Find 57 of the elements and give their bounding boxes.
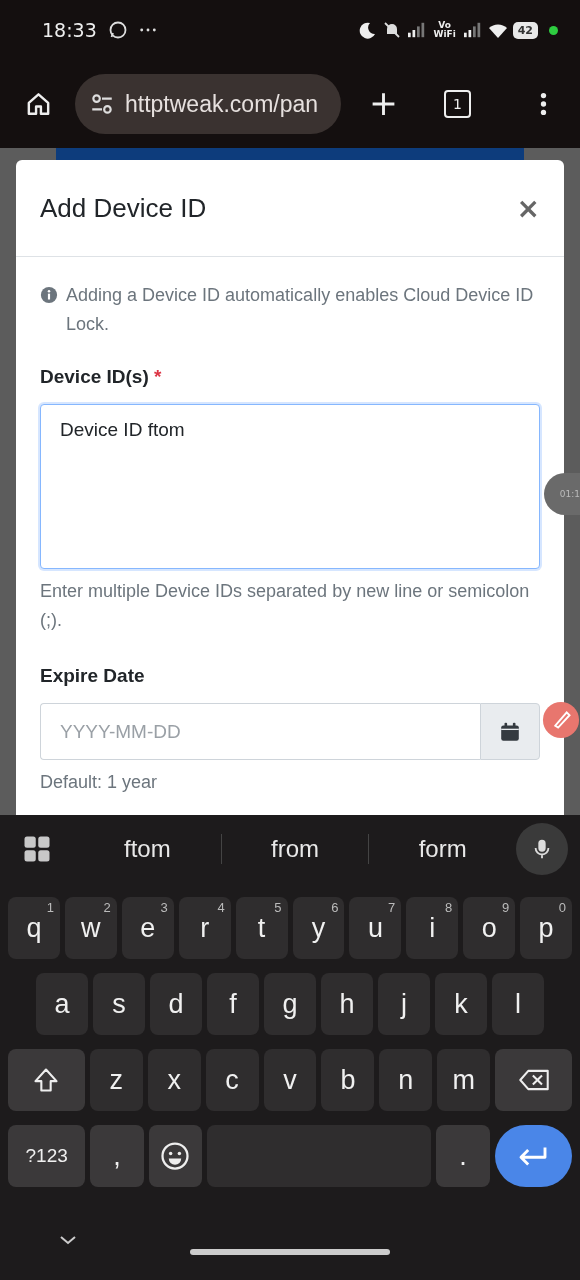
field-label: Device ID(s) [40, 366, 149, 387]
keyboard-key[interactable]: n [379, 1049, 433, 1111]
muted-bell-icon [381, 20, 402, 40]
hide-keyboard-icon[interactable] [58, 1234, 78, 1246]
close-button[interactable]: × [516, 191, 540, 225]
keyboard-key[interactable]: h [321, 973, 373, 1035]
keyboard-key[interactable]: a [36, 973, 88, 1035]
suggestion-chip[interactable]: ftom [74, 835, 221, 863]
backspace-icon [517, 1068, 550, 1092]
battery-icon: 42 [512, 21, 538, 39]
indicator-dot [549, 25, 558, 35]
signal-icon [406, 21, 427, 39]
microphone-button[interactable] [516, 823, 568, 875]
suggestion-chip[interactable]: from [221, 835, 369, 863]
site-settings-icon[interactable] [89, 91, 115, 117]
modal-title: Add Device ID [40, 192, 207, 224]
required-mark: * [154, 366, 162, 387]
info-text: Adding a Device ID automatically enables Cloud Device ID Lock. [66, 284, 535, 336]
help-text: Enter multiple Device IDs separated by new line or semicolon (;). [40, 580, 531, 632]
emoji-key[interactable] [148, 1125, 203, 1187]
keyboard-key[interactable]: l [492, 973, 544, 1035]
chat-icon [107, 20, 128, 40]
date-input[interactable]: YYYY-MM-DD [40, 703, 480, 760]
keyboard-key[interactable]: d [150, 973, 202, 1035]
signal-icon [462, 21, 483, 39]
keyboard-key[interactable]: , [90, 1125, 144, 1187]
keyboard-key[interactable]: z [89, 1049, 143, 1111]
help-text: Default: 1 year [40, 771, 159, 794]
keyboard-key[interactable]: . [436, 1125, 490, 1187]
device-id-input[interactable]: Device ID ftom [40, 404, 540, 569]
emoji-icon [160, 1141, 191, 1171]
vowifi-label: Vo WiFi [432, 21, 457, 39]
keyboard-key[interactable]: b [321, 1049, 375, 1111]
apps-grid-icon[interactable] [22, 834, 52, 864]
address-bar[interactable]: httptweak.com/pan [75, 74, 341, 134]
keyboard-key[interactable]: v [263, 1049, 317, 1111]
keyboard-key[interactable]: j [378, 973, 430, 1035]
url-text: httptweak.com/pan [125, 90, 319, 118]
keyboard-key[interactable]: g [264, 973, 316, 1035]
tab-count-button[interactable]: 1 [443, 90, 471, 118]
keyboard-key[interactable]: f [207, 973, 259, 1035]
backspace-key[interactable] [495, 1049, 572, 1111]
calendar-icon [499, 720, 521, 743]
more-icon [138, 27, 157, 33]
keyboard-key[interactable]: ?123 [8, 1125, 86, 1187]
info-icon [40, 286, 58, 304]
keyboard-key[interactable]: x [147, 1049, 201, 1111]
calendar-button[interactable] [480, 703, 540, 760]
shift-key[interactable] [8, 1049, 85, 1111]
keyboard-key[interactable]: c [205, 1049, 259, 1111]
pen-icon[interactable] [542, 700, 580, 740]
clock: 18:33 [42, 19, 97, 41]
field-label: Expire Date [40, 665, 146, 687]
suggestion-chip[interactable]: form [369, 835, 516, 863]
keyboard-key[interactable]: s [93, 973, 145, 1035]
keyboard-key[interactable]: k [435, 973, 487, 1035]
keyboard-key[interactable]: m [437, 1049, 491, 1111]
